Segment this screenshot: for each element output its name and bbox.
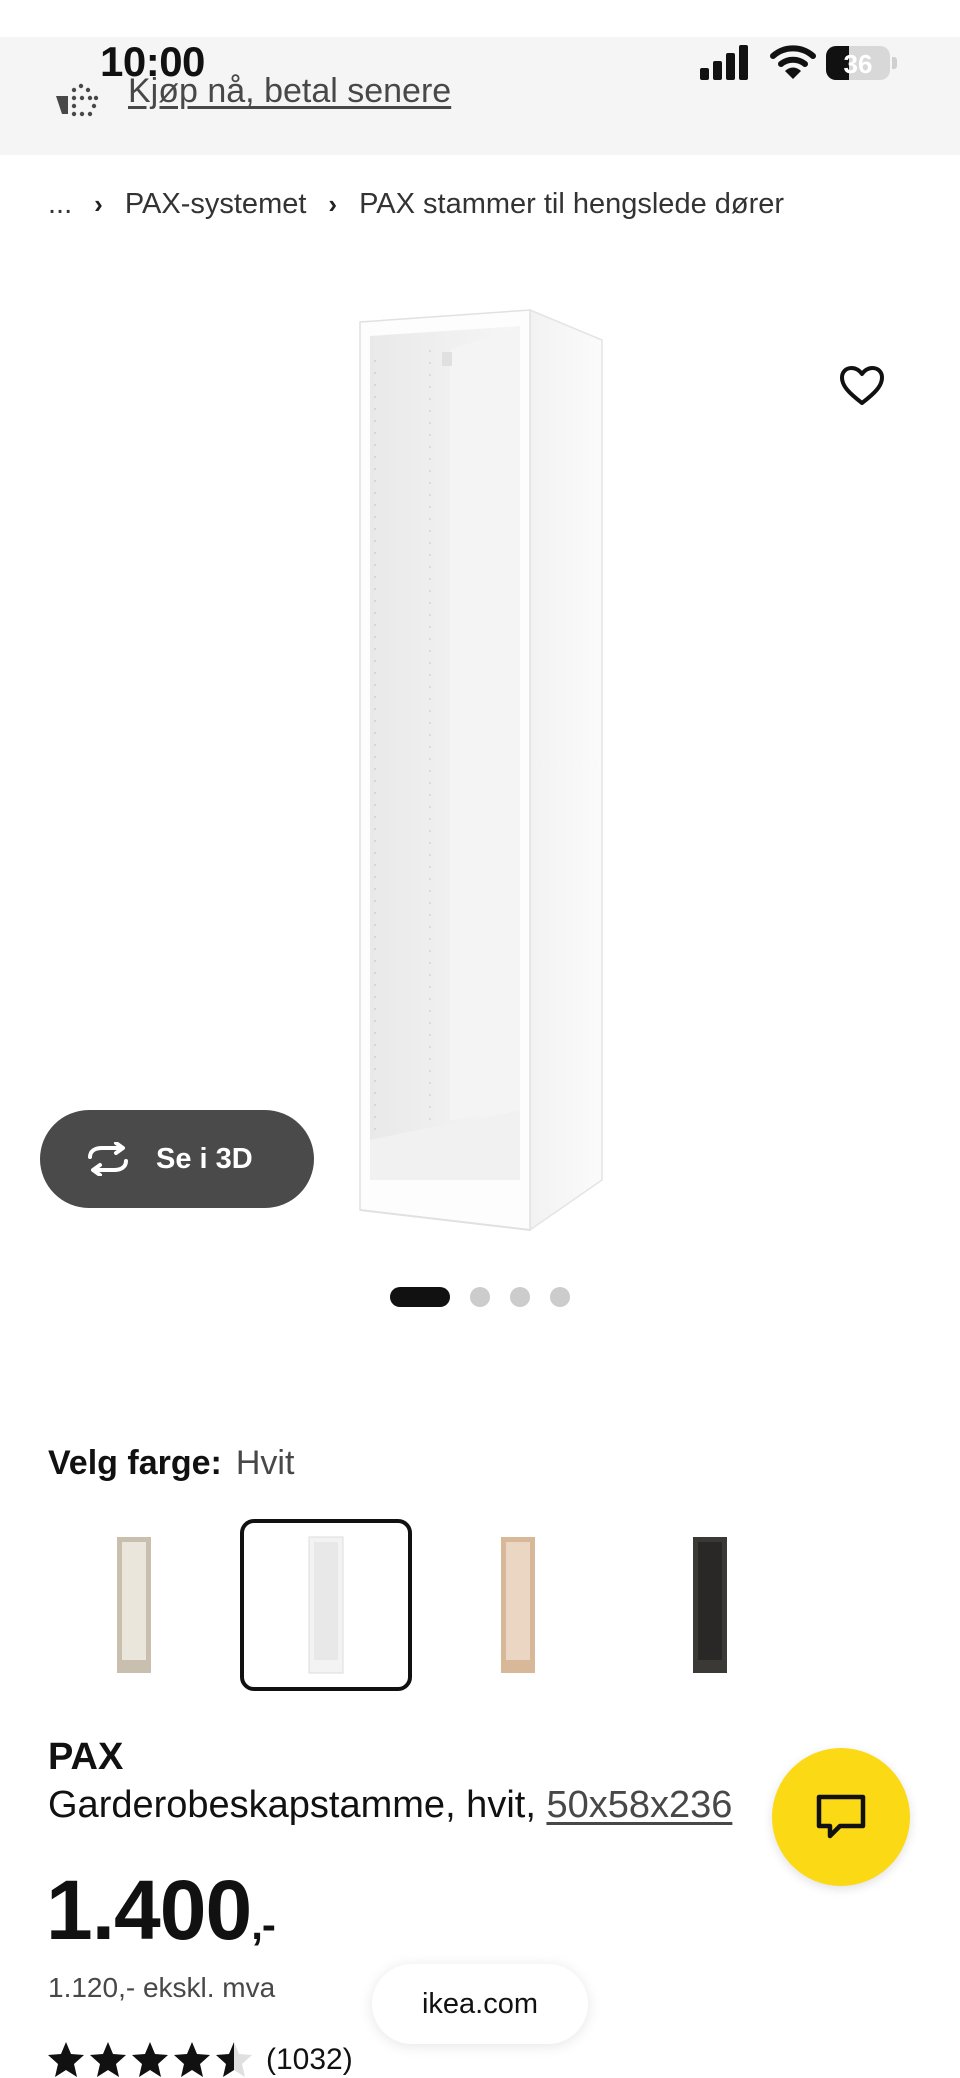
price-suffix: ,- (251, 1901, 276, 1948)
swatch-oak-thumbnail (501, 1537, 535, 1673)
chat-button[interactable] (772, 1748, 910, 1886)
swatch-black-brown[interactable] (624, 1519, 796, 1691)
selected-color-value: Hvit (235, 1444, 295, 1482)
carousel-dot-2[interactable] (470, 1287, 490, 1307)
product-image[interactable] (330, 300, 640, 1235)
carousel-dot-1[interactable] (390, 1287, 450, 1307)
breadcrumb-ellipsis[interactable]: ... (48, 188, 72, 221)
rating-stars (48, 2042, 252, 2077)
chat-bubble-icon (816, 1794, 866, 1839)
breadcrumb: ... › PAX-systemet › PAX stammer til hen… (48, 188, 784, 221)
color-picker-label: Velg farge: Hvit (48, 1444, 294, 1483)
breadcrumb-pax-frames[interactable]: PAX stammer til hengslede dører (359, 188, 784, 221)
swatch-beige[interactable] (48, 1519, 220, 1691)
chevron-right-icon: › (328, 189, 338, 219)
bnpl-basket-icon (56, 83, 99, 117)
rating-star-5 (216, 2042, 252, 2077)
browser-url-pill[interactable]: ikea.com (372, 1964, 588, 2044)
chevron-right-icon: › (94, 189, 103, 219)
breadcrumb-pax-system[interactable]: PAX-systemet (125, 188, 307, 221)
swatch-white-thumbnail (308, 1536, 344, 1674)
view-in-3d-button[interactable]: Se i 3D (40, 1110, 314, 1208)
rating-star-4 (174, 2042, 210, 2077)
cellular-signal-icon (700, 45, 748, 80)
battery-icon: 36 (826, 46, 890, 80)
product-description-text: Garderobeskapstamme, hvit, (48, 1784, 547, 1826)
rating-count: (1032) (266, 2043, 353, 2076)
product-price: 1.400,- (46, 1862, 276, 1959)
swatch-black-brown-thumbnail (693, 1537, 727, 1673)
product-name: PAX (48, 1736, 124, 1778)
product-description: Garderobeskapstamme, hvit, 50x58x236 (48, 1784, 732, 1827)
rating-star-3 (132, 2042, 168, 2077)
rotate-arrows-icon (88, 1142, 128, 1176)
price-main: 1.400 (46, 1863, 252, 1957)
battery-cap (892, 57, 897, 69)
product-size-link[interactable]: 50x58x236 (546, 1784, 732, 1826)
buy-now-pay-later-link[interactable]: Kjøp nå, betal senere (128, 72, 451, 111)
color-label-key: Velg farge: (48, 1444, 222, 1482)
view-in-3d-label: Se i 3D (156, 1142, 253, 1175)
battery-percent: 36 (843, 49, 873, 79)
browser-url: ikea.com (421, 1987, 539, 2020)
favorite-button[interactable] (838, 362, 886, 410)
wifi-icon (770, 45, 816, 79)
carousel-dot-3[interactable] (510, 1287, 530, 1307)
carousel-dot-4[interactable] (550, 1287, 570, 1307)
status-icons: 36 (700, 44, 900, 84)
swatch-white[interactable] (240, 1519, 412, 1691)
carousel-dots (390, 1287, 590, 1307)
swatch-beige-thumbnail (117, 1537, 151, 1673)
rating-star-2 (90, 2042, 126, 2077)
heart-outline-icon (840, 366, 884, 405)
product-rating[interactable]: (1032) (46, 2040, 353, 2078)
rating-star-1 (48, 2042, 84, 2077)
swatch-oak[interactable] (432, 1519, 604, 1691)
price-excl-vat: 1.120,- ekskl. mva (48, 1972, 276, 2003)
